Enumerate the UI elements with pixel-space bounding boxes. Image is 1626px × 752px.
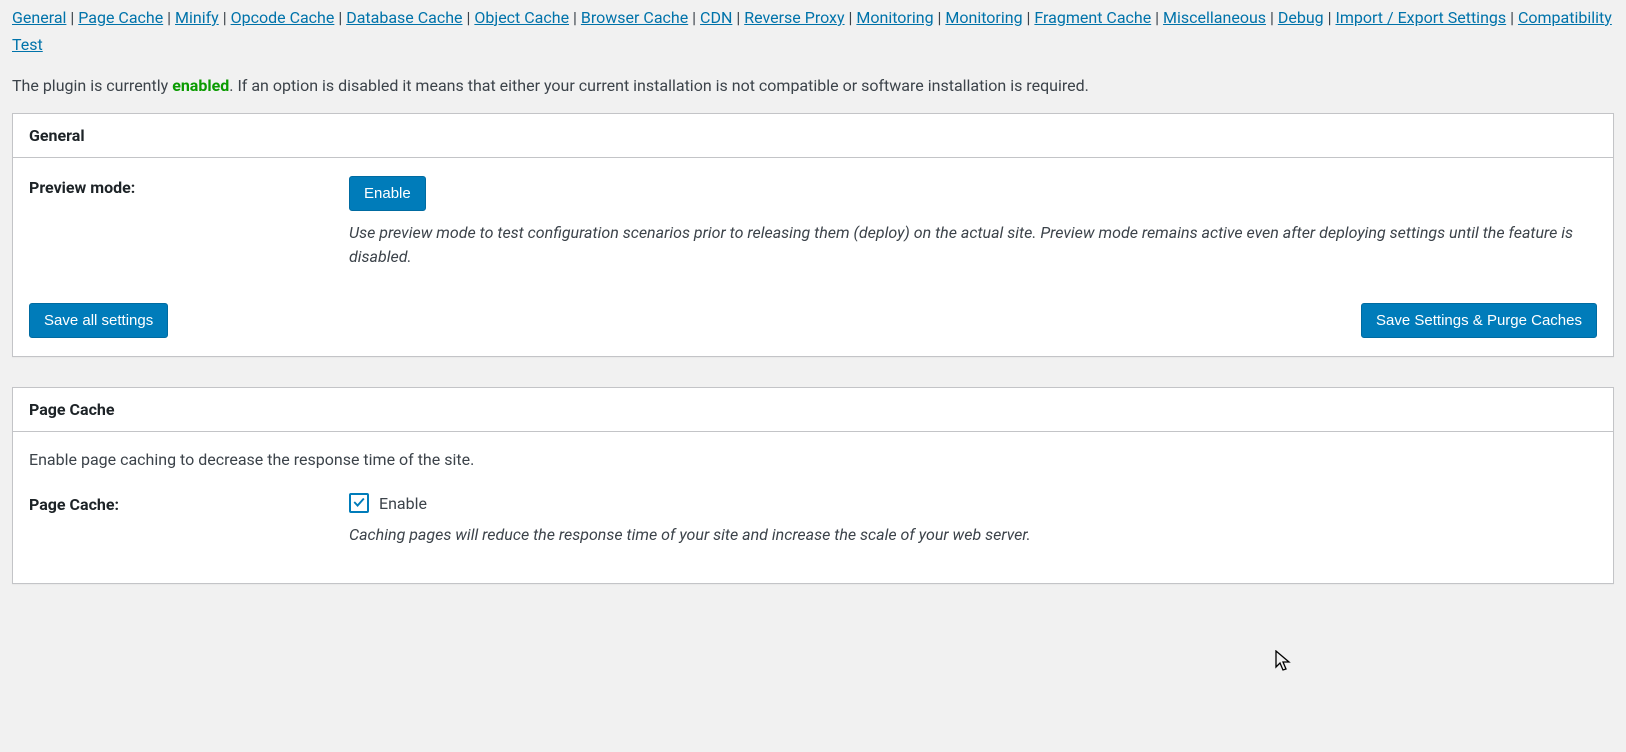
nav-link-fragment-cache[interactable]: Fragment Cache bbox=[1034, 8, 1151, 27]
nav-link-monitoring[interactable]: Monitoring bbox=[856, 8, 933, 27]
general-section-header: General bbox=[13, 114, 1613, 158]
nav-link-object-cache[interactable]: Object Cache bbox=[474, 8, 569, 27]
preview-mode-desc: Use preview mode to test configuration s… bbox=[349, 221, 1597, 269]
nav-link-minify[interactable]: Minify bbox=[175, 8, 219, 27]
status-state: enabled bbox=[172, 76, 229, 95]
nav-link-cdn[interactable]: CDN bbox=[700, 8, 732, 27]
cursor-icon bbox=[1275, 650, 1293, 677]
general-section-title: General bbox=[29, 126, 1597, 145]
nav-link-page-cache[interactable]: Page Cache bbox=[78, 8, 163, 27]
nav-link-miscellaneous[interactable]: Miscellaneous bbox=[1163, 8, 1266, 27]
nav-link-reverse-proxy[interactable]: Reverse Proxy bbox=[744, 8, 844, 27]
nav-link-import-export[interactable]: Import / Export Settings bbox=[1335, 8, 1506, 27]
page-cache-checkbox[interactable] bbox=[349, 493, 369, 513]
nav-link-opcode-cache[interactable]: Opcode Cache bbox=[231, 8, 335, 27]
status-suffix: . If an option is disabled it means that… bbox=[229, 76, 1089, 95]
nav-link-debug[interactable]: Debug bbox=[1278, 8, 1324, 27]
enable-preview-button[interactable]: Enable bbox=[349, 176, 426, 211]
page-cache-label: Page Cache: bbox=[29, 493, 349, 514]
page-cache-desc: Caching pages will reduce the response t… bbox=[349, 523, 1597, 547]
page-cache-section-title: Page Cache bbox=[29, 400, 1597, 419]
page-cache-section-desc: Enable page caching to decrease the resp… bbox=[29, 450, 1597, 469]
nav-link-monitoring-2[interactable]: Monitoring bbox=[945, 8, 1022, 27]
page-cache-checkbox-label: Enable bbox=[379, 494, 427, 513]
page-cache-section-header: Page Cache bbox=[13, 388, 1613, 432]
status-prefix: The plugin is currently bbox=[12, 76, 172, 95]
page-cache-section: Page Cache Enable page caching to decrea… bbox=[12, 387, 1614, 584]
nav-link-general[interactable]: General bbox=[12, 8, 66, 27]
general-section: General Preview mode: Enable Use preview… bbox=[12, 113, 1614, 357]
save-purge-button[interactable]: Save Settings & Purge Caches bbox=[1361, 303, 1597, 338]
nav-link-database-cache[interactable]: Database Cache bbox=[346, 8, 462, 27]
settings-nav: General | Page Cache | Minify | Opcode C… bbox=[12, 0, 1614, 62]
save-all-settings-button[interactable]: Save all settings bbox=[29, 303, 168, 338]
preview-mode-label: Preview mode: bbox=[29, 176, 349, 197]
plugin-status: The plugin is currently enabled. If an o… bbox=[12, 62, 1614, 113]
nav-link-browser-cache[interactable]: Browser Cache bbox=[581, 8, 688, 27]
